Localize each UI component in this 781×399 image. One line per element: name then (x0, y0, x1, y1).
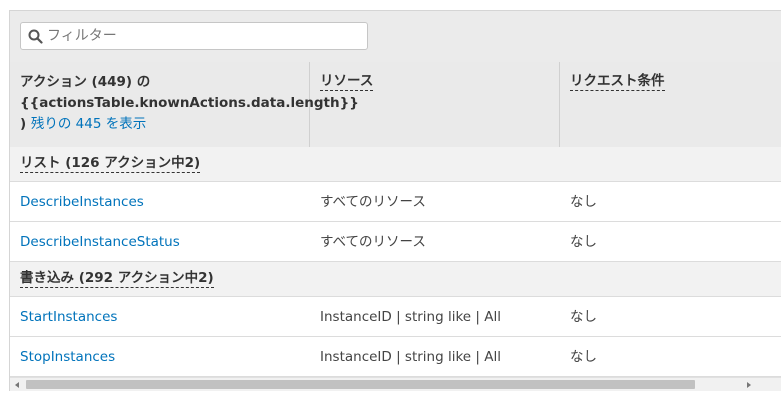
actions-header-paren: ) (20, 116, 27, 132)
resource-cell: InstanceID | string like | All (320, 309, 501, 325)
actions-panel: アクション (449) の {{actionsTable.knownAction… (9, 10, 781, 391)
action-link[interactable]: StopInstances (20, 348, 115, 366)
horizontal-scrollbar[interactable] (10, 377, 781, 391)
actions-header-line1: アクション (449) の (20, 74, 151, 90)
condition-cell: なし (570, 234, 597, 250)
group-row-write: 書き込み (292 アクション中2) (10, 262, 781, 297)
table-row: StopInstances InstanceID | string like |… (10, 337, 781, 377)
condition-cell: なし (570, 309, 597, 325)
action-link[interactable]: DescribeInstances (20, 193, 144, 211)
search-icon (28, 29, 43, 44)
group-label-list[interactable]: リスト (126 アクション中2) (20, 154, 201, 173)
filter-box[interactable] (20, 22, 368, 50)
table-row: DescribeInstances すべてのリソース なし (10, 182, 781, 222)
column-header-conditions[interactable]: リクエスト条件 (560, 62, 781, 147)
scrollbar-thumb[interactable] (26, 380, 695, 389)
condition-cell: なし (570, 349, 597, 365)
resource-cell: InstanceID | string like | All (320, 349, 501, 365)
scroll-left-arrow-icon[interactable] (12, 380, 22, 390)
resources-header-label[interactable]: リソース (320, 72, 374, 91)
actions-header-line3: ) 残りの 445 を表示 (20, 114, 309, 135)
scroll-right-arrow-icon[interactable] (744, 380, 754, 390)
group-row-list: リスト (126 アクション中2) (10, 147, 781, 182)
column-header-resources[interactable]: リソース (310, 62, 560, 147)
filter-input[interactable] (47, 23, 363, 49)
actions-header-line2: {{actionsTable.knownActions.data.length}… (20, 95, 359, 111)
resource-cell: すべてのリソース (320, 194, 426, 210)
filter-bar (10, 11, 781, 62)
action-link[interactable]: StartInstances (20, 308, 117, 326)
table-header: アクション (449) の {{actionsTable.knownAction… (10, 62, 781, 148)
action-link[interactable]: DescribeInstanceStatus (20, 233, 180, 251)
table-row: DescribeInstanceStatus すべてのリソース なし (10, 222, 781, 262)
conditions-header-label[interactable]: リクエスト条件 (570, 72, 665, 91)
table-row: StartInstances InstanceID | string like … (10, 297, 781, 337)
group-label-write[interactable]: 書き込み (292 アクション中2) (20, 269, 214, 288)
condition-cell: なし (570, 194, 597, 210)
column-header-actions: アクション (449) の {{actionsTable.knownAction… (10, 62, 359, 147)
resource-cell: すべてのリソース (320, 234, 426, 250)
show-remaining-link[interactable]: 残りの 445 を表示 (31, 116, 146, 132)
